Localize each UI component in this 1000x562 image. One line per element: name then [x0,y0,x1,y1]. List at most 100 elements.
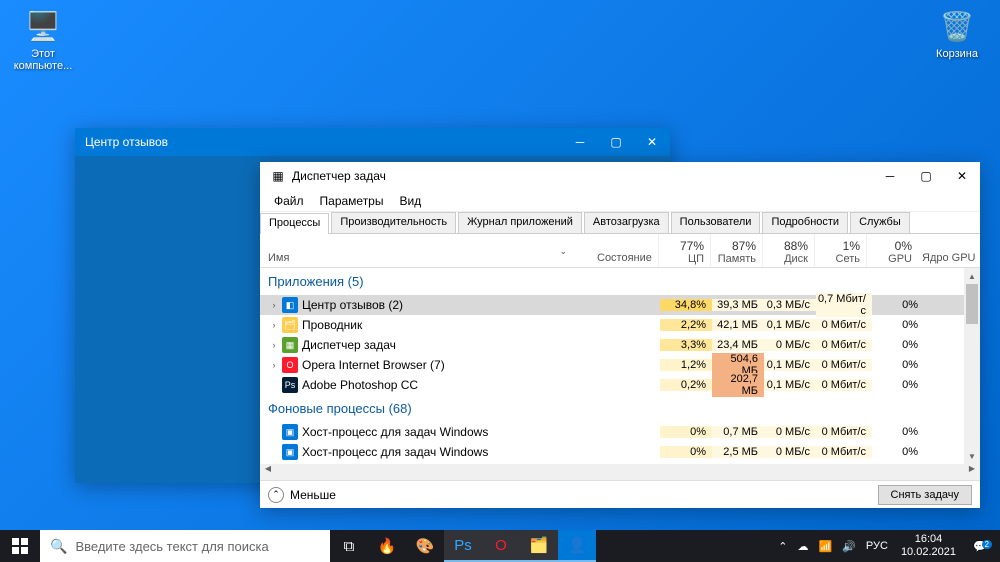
process-name: Диспетчер задач [302,338,595,352]
vertical-scrollbar[interactable]: ▲ ▼ [964,268,980,464]
col-memory[interactable]: 87%Память [710,234,762,267]
process-name: Хост-процесс для задач Windows [302,425,595,439]
memory-cell: 23,4 МБ [712,339,764,351]
fewer-details-label[interactable]: Меньше [290,488,336,502]
col-gpu-engine[interactable]: Ядро GPU [918,234,980,267]
disk-cell: 0,1 МБ/с [764,379,816,391]
clock[interactable]: 16:04 10.02.2021 [893,533,964,559]
expand-icon[interactable]: › [268,300,280,310]
clock-time: 16:04 [901,533,956,546]
tray-wifi-icon[interactable]: 📶 [814,540,838,553]
taskmgr-icon: ▦ [270,168,286,184]
memory-cell: 0,7 МБ [712,426,764,438]
disk-cell: 0 МБ/с [764,426,816,438]
window-title: Центр отзывов [85,135,562,149]
group-background-header[interactable]: Фоновые процессы (68) [260,395,980,422]
col-network[interactable]: 1%Сеть [814,234,866,267]
process-row[interactable]: ▣ Хост-процесс для задач Windows 0% 2,5 … [260,442,980,462]
maximize-button[interactable]: ▢ [908,162,944,190]
taskbar-app-feedback[interactable]: 👤 [558,530,596,562]
recycle-icon: 🗑️ [937,6,977,46]
taskbar-app-opera[interactable]: O [482,530,520,562]
minimize-button[interactable]: ─ [562,128,598,156]
tab-startup[interactable]: Автозагрузка [584,212,669,233]
process-row[interactable]: Ps Adobe Photoshop CC 0,2% 202,7 МБ 0,1 … [260,375,980,395]
gpu-cell: 0% [872,339,924,351]
process-name: Opera Internet Browser (7) [302,358,595,372]
gpu-label: GPU [867,253,912,265]
search-box[interactable]: 🔍 Введите здесь текст для поиска [40,530,330,562]
titlebar[interactable]: ▦ Диспетчер задач ─ ▢ ✕ [260,162,980,190]
scroll-up-button[interactable]: ▲ [964,268,980,284]
cpu-pct: 77% [659,239,704,253]
network-cell: 0 Мбит/с [816,426,872,438]
desktop-icon-this-pc[interactable]: 🖥️ Этот компьюте... [8,6,78,72]
close-button[interactable]: ✕ [634,128,670,156]
tab-users[interactable]: Пользователи [671,212,761,233]
disk-cell: 0 МБ/с [764,339,816,351]
expand-icon[interactable]: › [268,320,280,330]
scroll-down-button[interactable]: ▼ [964,448,980,464]
net-pct: 1% [815,239,860,253]
col-cpu[interactable]: 77%ЦП [658,234,710,267]
tray-onedrive-icon[interactable]: ☁ [793,540,814,553]
desktop-icon-recycle[interactable]: 🗑️ Корзина [922,6,992,60]
disk-cell: 0 МБ/с [764,446,816,458]
col-name[interactable]: Имя⌄ [260,234,593,267]
tab-services[interactable]: Службы [850,212,910,233]
memory-cell: 39,3 МБ [712,299,764,311]
menu-options[interactable]: Параметры [312,194,392,208]
process-row[interactable]: › 🗂 Проводник 2,2% 42,1 МБ 0,1 МБ/с 0 Мб… [260,315,980,335]
task-view-button[interactable]: ⧉ [330,530,368,562]
process-row[interactable]: › O Opera Internet Browser (7) 1,2% 504,… [260,355,980,375]
expand-icon[interactable]: › [268,360,280,370]
scroll-left-button[interactable]: ◀ [260,464,276,480]
tray-chevron-up-icon[interactable]: ⌃ [773,540,792,553]
menu-bar: Файл Параметры Вид [260,190,980,212]
start-button[interactable] [0,530,40,562]
taskbar-app-explorer[interactable]: 🗂️ [520,530,558,562]
network-cell: 0 Мбит/с [816,339,872,351]
expand-icon[interactable]: › [268,340,280,350]
taskbar-app-flame[interactable]: 🔥 [368,530,406,562]
scroll-thumb[interactable] [966,284,978,324]
process-row[interactable]: ▣ Хост-процесс для задач Windows 0% 0,7 … [260,422,980,442]
gpu-cell: 0% [872,359,924,371]
gpu-cell: 0% [872,379,924,391]
tab-performance[interactable]: Производительность [331,212,456,233]
cpu-cell: 2,2% [660,319,712,331]
notifications-button[interactable]: 💬2 [964,540,996,553]
group-apps-header[interactable]: Приложения (5) [260,268,980,295]
search-placeholder: Введите здесь текст для поиска [75,539,268,554]
app-icon: ▣ [282,424,298,440]
column-headers: Имя⌄ Состояние 77%ЦП 87%Память 88%Диск 1… [260,234,980,268]
language-indicator[interactable]: РУС [861,540,893,552]
horizontal-scrollbar[interactable]: ◀ ▶ [260,464,980,480]
col-disk[interactable]: 88%Диск [762,234,814,267]
maximize-button[interactable]: ▢ [598,128,634,156]
close-button[interactable]: ✕ [944,162,980,190]
fewer-details-icon[interactable]: ⌃ [268,487,284,503]
col-gpu[interactable]: 0%GPU [866,234,918,267]
taskbar-app-paint[interactable]: 🎨 [406,530,444,562]
titlebar[interactable]: Центр отзывов ─ ▢ ✕ [75,128,670,156]
app-icon: 🗂 [282,317,298,333]
menu-file[interactable]: Файл [266,194,312,208]
end-task-button[interactable]: Снять задачу [878,485,973,505]
col-status[interactable]: Состояние [593,234,658,267]
scroll-right-button[interactable]: ▶ [964,464,980,480]
app-icon: Ps [282,377,298,393]
process-name: Проводник [302,318,595,332]
process-name: Хост-процесс для задач Windows [302,445,595,459]
tab-app-history[interactable]: Журнал приложений [458,212,582,233]
menu-view[interactable]: Вид [391,194,429,208]
tab-details[interactable]: Подробности [762,212,848,233]
tab-processes[interactable]: Процессы [260,213,329,234]
network-cell: 0 Мбит/с [816,446,872,458]
process-row[interactable]: › ◧ Центр отзывов (2) 34,8% 39,3 МБ 0,3 … [260,295,980,315]
tray-volume-icon[interactable]: 🔊 [837,540,861,553]
disk-label: Диск [763,253,808,265]
process-row[interactable]: › ▦ Диспетчер задач 3,3% 23,4 МБ 0 МБ/с … [260,335,980,355]
minimize-button[interactable]: ─ [872,162,908,190]
taskbar-app-photoshop[interactable]: Ps [444,530,482,562]
